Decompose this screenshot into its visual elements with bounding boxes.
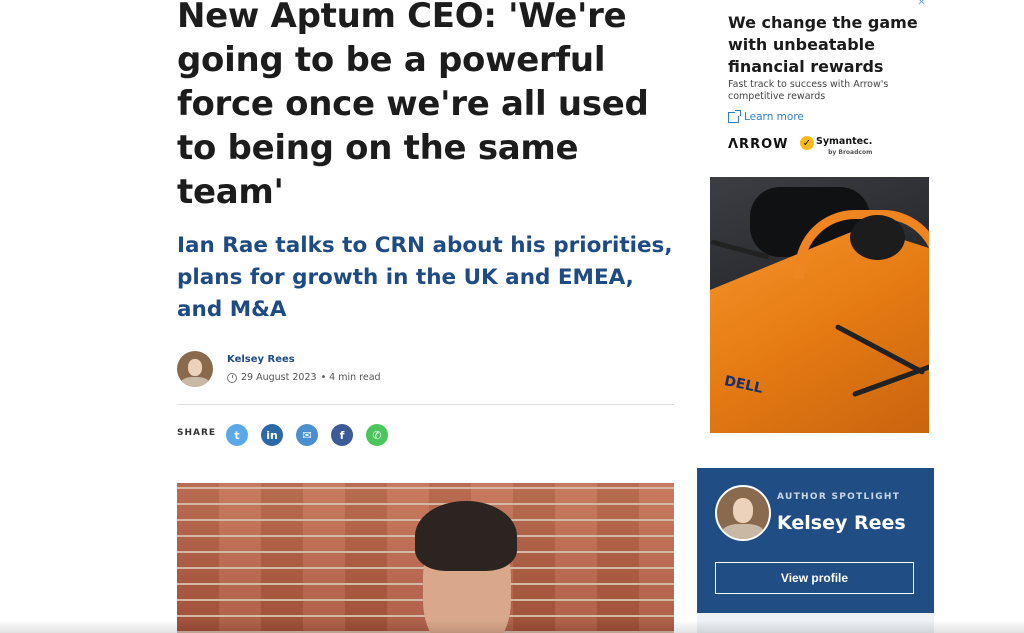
article-standfirst: Ian Rae talks to CRN about his prioritie… bbox=[177, 233, 673, 322]
whatsapp-icon: ✆ bbox=[372, 428, 382, 442]
share-label: SHARE bbox=[177, 428, 217, 438]
spotlight-avatar[interactable] bbox=[715, 485, 771, 541]
share-facebook-button[interactable]: f bbox=[331, 424, 353, 446]
article-hero-image bbox=[177, 483, 674, 633]
email-icon: ✉ bbox=[302, 428, 312, 442]
ad-subtext: Fast track to success with Arrow's compe… bbox=[728, 79, 889, 102]
external-link-icon bbox=[728, 109, 741, 123]
view-profile-button[interactable]: View profile bbox=[715, 562, 914, 594]
spotlight-author-name[interactable]: Kelsey Rees bbox=[777, 512, 906, 534]
symantec-logo: ✓ Symantec. by Broadcom bbox=[800, 136, 872, 158]
article-headline: New Aptum CEO: 'We're going to be a powe… bbox=[177, 0, 649, 212]
article-meta: 29 August 2023 • 4 min read bbox=[227, 372, 381, 383]
divider bbox=[177, 404, 674, 405]
symantec-wordmark: Symantec. bbox=[816, 136, 873, 147]
ad-f1-car-image[interactable]: DELL bbox=[710, 177, 929, 433]
author-avatar[interactable] bbox=[177, 351, 213, 387]
facebook-icon: f bbox=[339, 428, 345, 442]
linkedin-icon: in bbox=[266, 428, 278, 442]
ad-close-icon[interactable]: × bbox=[917, 0, 926, 8]
arrow-logo: ΛRROW bbox=[728, 137, 789, 152]
ad-headline[interactable]: We change the game with unbeatable finan… bbox=[728, 12, 928, 78]
ad-learn-more-label: Learn more bbox=[744, 111, 804, 123]
ad-learn-more-link[interactable]: Learn more bbox=[728, 109, 804, 123]
share-linkedin-button[interactable]: in bbox=[261, 424, 283, 446]
share-whatsapp-button[interactable]: ✆ bbox=[366, 424, 388, 446]
author-name-link[interactable]: Kelsey Rees bbox=[227, 354, 295, 365]
clock-icon bbox=[227, 372, 237, 383]
share-email-button[interactable]: ✉ bbox=[296, 424, 318, 446]
share-twitter-button[interactable]: t bbox=[226, 424, 248, 446]
twitter-icon: t bbox=[234, 428, 240, 442]
check-icon: ✓ bbox=[800, 136, 814, 150]
publish-date: 29 August 2023 bbox=[241, 372, 317, 383]
page-bottom-shadow bbox=[0, 620, 1024, 633]
read-time: • 4 min read bbox=[320, 372, 381, 383]
spotlight-kicker: AUTHOR SPOTLIGHT bbox=[777, 492, 901, 502]
broadcom-byline: by Broadcom bbox=[828, 149, 873, 156]
